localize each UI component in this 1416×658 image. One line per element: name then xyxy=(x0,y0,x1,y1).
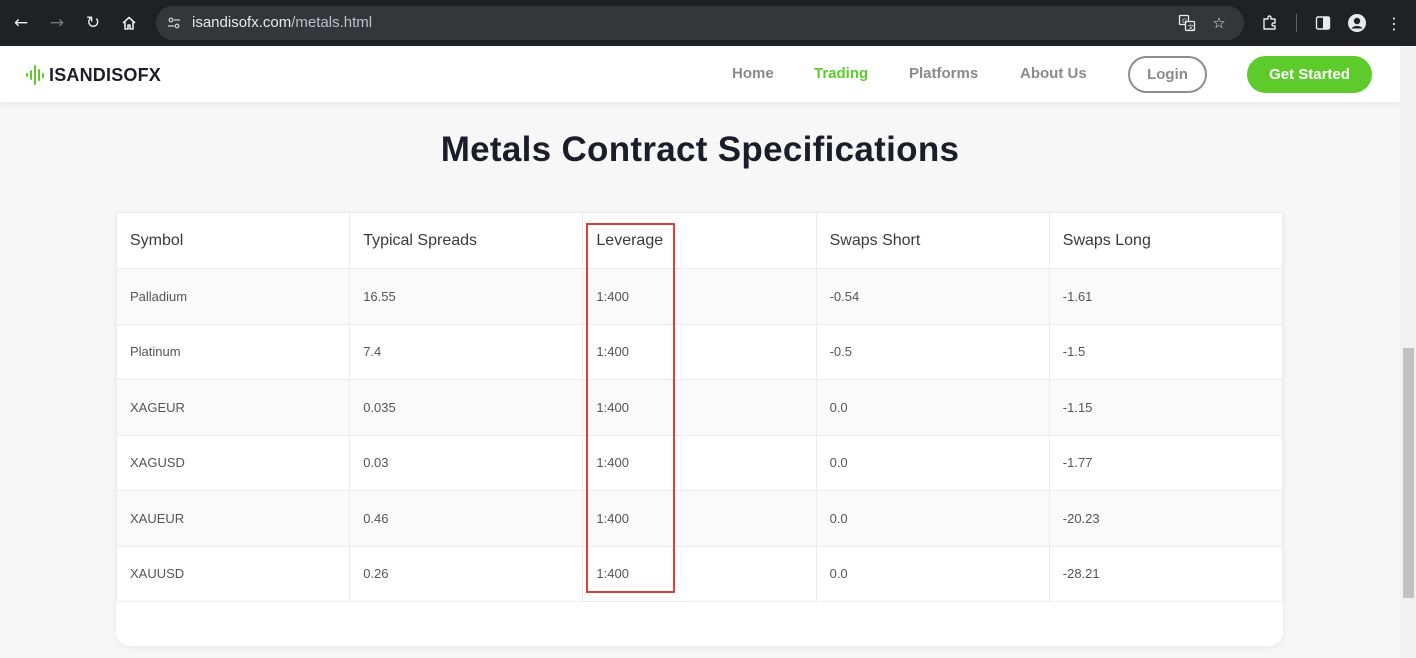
kebab-menu-icon[interactable]: ⋮ xyxy=(1382,11,1406,35)
cell-spread: 0.46 xyxy=(349,490,584,547)
cell-leverage: 1:400 xyxy=(582,379,817,436)
svg-text:G: G xyxy=(1182,17,1187,25)
logo-bars-icon xyxy=(26,65,44,85)
address-bar[interactable]: isandisofx.com/metals.html G文 ☆ xyxy=(156,6,1244,40)
profile-icon[interactable] xyxy=(1345,11,1369,35)
header-swaps-short: Swaps Short xyxy=(815,212,1050,269)
nav-home[interactable]: Home xyxy=(732,65,774,82)
forward-icon[interactable]: → xyxy=(45,11,69,35)
cell-leverage: 1:400 xyxy=(582,545,817,602)
logo-text: ISANDISOFX xyxy=(49,64,162,85)
cell-spread: 7.4 xyxy=(349,323,584,380)
table-row: XAUEUR 0.46 1:400 0.0 -20.23 xyxy=(115,490,1284,547)
table-row: Palladium 16.55 1:400 -0.54 -1.61 xyxy=(115,268,1284,325)
page-scrollbar[interactable] xyxy=(1400,46,1416,658)
star-icon[interactable]: ☆ xyxy=(1210,14,1228,32)
cell-swap-long: -1.61 xyxy=(1048,268,1284,325)
cell-swap-long: -20.23 xyxy=(1048,490,1284,547)
cell-swap-long: -1.5 xyxy=(1048,323,1284,380)
cell-swap-short: 0.0 xyxy=(815,434,1050,491)
cell-leverage: 1:400 xyxy=(582,490,817,547)
translate-icon[interactable]: G文 xyxy=(1178,14,1196,32)
svg-text:文: 文 xyxy=(1188,22,1195,31)
cell-swap-short: 0.0 xyxy=(815,490,1050,547)
toolbar-divider xyxy=(1296,14,1297,32)
scrollbar-thumb[interactable] xyxy=(1403,348,1414,598)
cell-leverage: 1:400 xyxy=(582,268,817,325)
cell-spread: 0.035 xyxy=(349,379,584,436)
nav-platforms[interactable]: Platforms xyxy=(909,65,978,82)
cell-swap-short: 0.0 xyxy=(815,379,1050,436)
table-row: XAGUSD 0.03 1:400 0.0 -1.77 xyxy=(115,434,1284,491)
nav-about-us[interactable]: About Us xyxy=(1020,65,1087,82)
web-page: ISANDISOFX Home Trading Platforms About … xyxy=(0,46,1400,658)
table-row: XAUUSD 0.26 1:400 0.0 -28.21 xyxy=(115,545,1284,602)
site-logo[interactable]: ISANDISOFX xyxy=(26,62,161,88)
cell-swap-short: -0.5 xyxy=(815,323,1050,380)
header-symbol: Symbol xyxy=(115,212,351,269)
cell-spread: 0.26 xyxy=(349,545,584,602)
site-header: ISANDISOFX Home Trading Platforms About … xyxy=(0,46,1400,102)
cell-symbol: XAUEUR xyxy=(115,490,351,547)
header-leverage: Leverage xyxy=(582,212,817,269)
back-icon[interactable]: ← xyxy=(9,11,33,35)
puzzle-icon[interactable] xyxy=(1258,11,1282,35)
url-domain: isandisofx.com xyxy=(192,14,292,31)
header-typical-spreads: Typical Spreads xyxy=(349,212,584,269)
cell-leverage: 1:400 xyxy=(582,323,817,380)
reload-icon[interactable]: ↻ xyxy=(81,11,105,35)
cell-leverage: 1:400 xyxy=(582,434,817,491)
cell-symbol: XAGEUR xyxy=(115,379,351,436)
cell-symbol: Platinum xyxy=(115,323,351,380)
cell-swap-short: -0.54 xyxy=(815,268,1050,325)
login-button[interactable]: Login xyxy=(1128,56,1207,93)
cell-spread: 16.55 xyxy=(349,268,584,325)
side-panel-icon[interactable] xyxy=(1311,11,1335,35)
cell-swap-long: -1.77 xyxy=(1048,434,1284,491)
url-path: /metals.html xyxy=(291,14,373,31)
cell-symbol: XAUUSD xyxy=(115,545,351,602)
cell-symbol: Palladium xyxy=(115,268,351,325)
header-swaps-long: Swaps Long xyxy=(1048,212,1284,269)
table-row: XAGEUR 0.035 1:400 0.0 -1.15 xyxy=(115,379,1284,436)
nav-trading[interactable]: Trading xyxy=(814,65,868,82)
spec-table-card: Symbol Typical Spreads Leverage Swaps Sh… xyxy=(115,212,1284,646)
table-row: Platinum 7.4 1:400 -0.5 -1.5 xyxy=(115,323,1284,380)
cell-swap-long: -28.21 xyxy=(1048,545,1284,602)
cell-swap-long: -1.15 xyxy=(1048,379,1284,436)
home-icon[interactable] xyxy=(117,11,141,35)
browser-toolbar: ← → ↻ isandisofx.com/metals.html G文 ☆ ⋮ xyxy=(0,0,1416,46)
cell-symbol: XAGUSD xyxy=(115,434,351,491)
url-text[interactable]: isandisofx.com/metals.html xyxy=(192,14,372,31)
cell-spread: 0.03 xyxy=(349,434,584,491)
table-header-row: Symbol Typical Spreads Leverage Swaps Sh… xyxy=(115,212,1284,269)
cell-swap-short: 0.0 xyxy=(815,545,1050,602)
metals-spec-table: Symbol Typical Spreads Leverage Swaps Sh… xyxy=(115,212,1284,602)
page-title: Metals Contract Specifications xyxy=(440,130,960,169)
get-started-button[interactable]: Get Started xyxy=(1247,56,1372,93)
site-info-icon[interactable] xyxy=(164,13,184,33)
